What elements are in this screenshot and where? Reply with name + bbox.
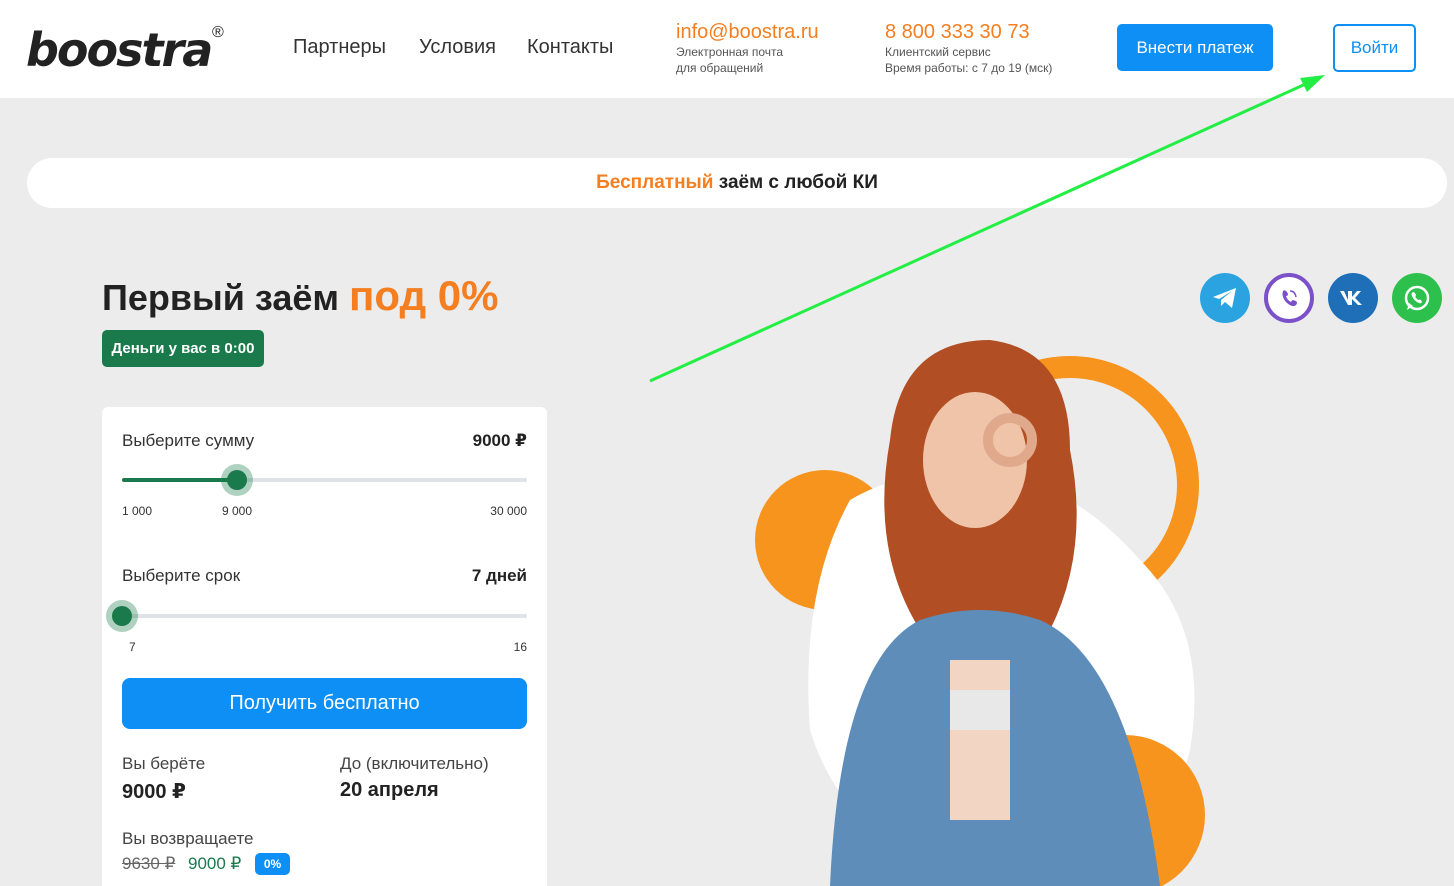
hero-title: Первый заём под 0% [102, 272, 499, 320]
site-header: boostra ® Партнеры Условия Контакты info… [0, 0, 1454, 98]
amount-max-tick: 30 000 [490, 504, 527, 518]
email-caption-2: для обращений [676, 61, 764, 75]
boostra-logo[interactable]: boostra [26, 24, 213, 76]
hero-illustration [755, 340, 1205, 886]
hero-title-text: Первый заём [102, 277, 349, 318]
amount-current-tick: 9 000 [222, 504, 253, 518]
contact-phone-block: 8 800 333 30 73 Клиентский сервис Время … [885, 20, 1052, 76]
whatsapp-icon[interactable] [1392, 273, 1442, 323]
loan-calculator: Выберите сумму 9000 ₽ 1 000 9 000 30 000… [102, 407, 547, 886]
amount-label: Выберите сумму [122, 431, 255, 450]
email-link[interactable]: info@boostra.ru [676, 20, 819, 44]
phone-caption: Клиентский сервис [885, 45, 991, 59]
make-payment-button[interactable]: Внести платеж [1117, 24, 1273, 71]
viber-icon[interactable] [1264, 273, 1314, 323]
until-value: 20 апреля [340, 779, 439, 801]
promo-accent: Бесплатный [596, 172, 714, 193]
new-price: 9000 ₽ [188, 854, 242, 873]
amount-min-tick: 1 000 [122, 504, 153, 518]
working-hours: Время работы: с 7 до 19 (мск) [885, 61, 1053, 75]
phone-link[interactable]: 8 800 333 30 73 [885, 20, 1052, 44]
promo-text: заём с любой КИ [713, 172, 878, 193]
get-free-button[interactable]: Получить бесплатно [122, 678, 527, 729]
registered-mark: ® [212, 24, 224, 41]
term-value: 7 дней [471, 566, 527, 585]
vk-icon[interactable] [1328, 273, 1378, 323]
email-caption: Электронная почта [676, 45, 784, 59]
amount-slider-handle[interactable] [221, 464, 254, 496]
contact-email-block: info@boostra.ru Электронная почта для об… [676, 20, 819, 76]
hero-title-accent: под 0% [349, 272, 499, 319]
promo-banner: Бесплатный заём с любой КИ [27, 158, 1447, 208]
term-max-tick: 16 [513, 640, 527, 654]
money-time-badge: Деньги у вас в 0:00 [102, 330, 264, 367]
term-label: Выберите срок [122, 566, 241, 585]
term-slider-handle[interactable] [106, 600, 138, 632]
nav-partners[interactable]: Партнеры [293, 36, 386, 59]
amount-value: 9000 ₽ [472, 431, 527, 450]
nav-conditions[interactable]: Условия [419, 36, 496, 59]
until-label: До (включительно) [340, 754, 489, 773]
nav-contacts[interactable]: Контакты [527, 36, 613, 59]
login-button[interactable]: Войти [1333, 24, 1416, 72]
amount-slider-fill [122, 478, 238, 482]
term-slider[interactable] [106, 600, 527, 632]
take-label: Вы берёте [122, 754, 206, 773]
zero-percent-badge: 0% [255, 853, 290, 875]
take-value: 9000 ₽ [122, 781, 186, 803]
term-min-tick: 7 [129, 640, 136, 654]
amount-slider[interactable] [122, 464, 527, 496]
telegram-icon[interactable] [1200, 273, 1250, 323]
old-price: 9630 ₽ [122, 854, 176, 873]
return-label: Вы возвращаете [122, 829, 254, 848]
